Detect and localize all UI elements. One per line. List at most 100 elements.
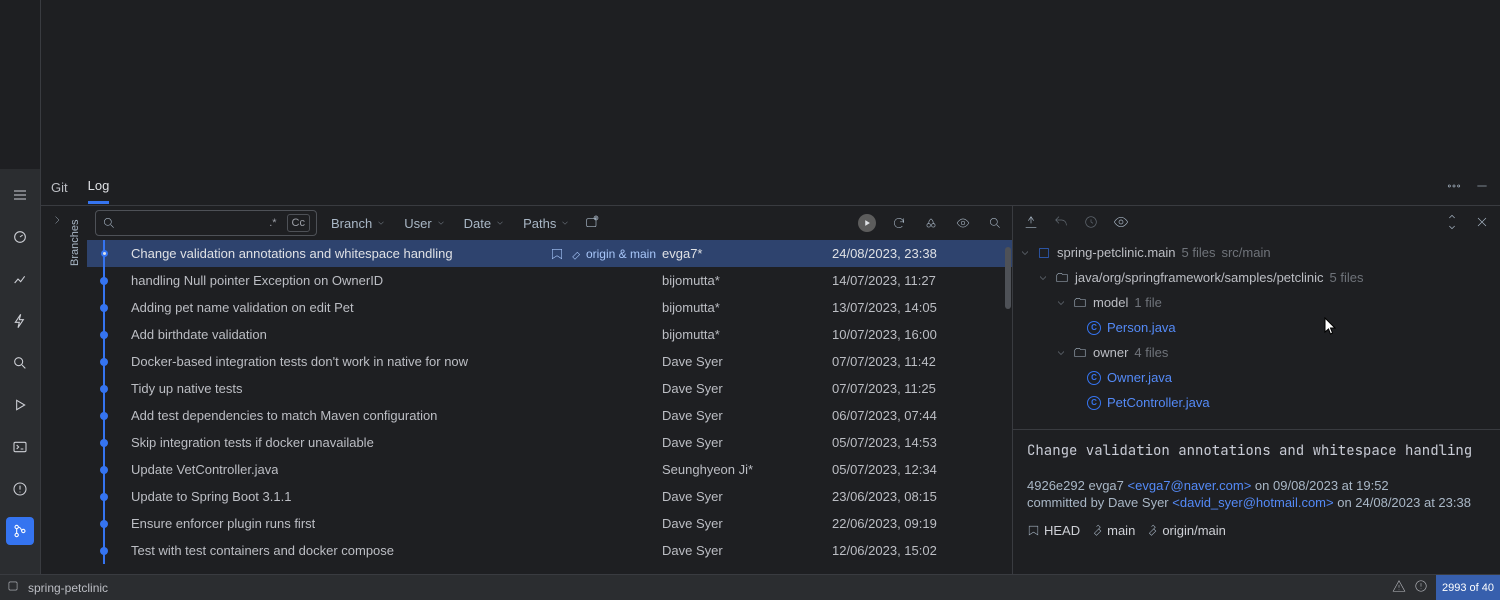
commit-list-scrollbar[interactable] bbox=[1005, 247, 1011, 309]
commit-row[interactable]: Update to Spring Boot 3.1.1Dave Syer23/0… bbox=[87, 483, 1012, 510]
commit-author: Dave Syer bbox=[662, 408, 832, 423]
minimize-icon[interactable] bbox=[1474, 178, 1490, 197]
tab-log[interactable]: Log bbox=[88, 170, 110, 204]
commit-message: Skip integration tests if docker unavail… bbox=[131, 435, 374, 450]
warning-icon[interactable] bbox=[6, 475, 34, 503]
cherry-pick-icon[interactable] bbox=[922, 214, 940, 232]
navigate-icon[interactable] bbox=[1023, 214, 1039, 233]
status-error-icon[interactable] bbox=[1414, 579, 1428, 596]
undo-icon[interactable] bbox=[1053, 214, 1069, 233]
run-icon[interactable] bbox=[6, 391, 34, 419]
commit-row[interactable]: Skip integration tests if docker unavail… bbox=[87, 429, 1012, 456]
terminal-icon[interactable] bbox=[6, 433, 34, 461]
preview-icon[interactable] bbox=[1113, 214, 1129, 233]
commit-author-line: 4926e292 evga7 <evga7@naver.com> on 09/0… bbox=[1027, 477, 1486, 495]
commit-author: bijomutta* bbox=[662, 273, 832, 288]
regex-toggle[interactable]: .* bbox=[265, 215, 280, 231]
commit-author: Dave Syer bbox=[662, 516, 832, 531]
search-icon[interactable] bbox=[6, 349, 34, 377]
tree-file[interactable]: C PetController.java bbox=[1013, 390, 1500, 415]
ref-origin-main[interactable]: origin/main bbox=[1145, 522, 1226, 540]
commit-row[interactable]: handling Null pointer Exception on Owner… bbox=[87, 267, 1012, 294]
refresh-icon[interactable] bbox=[890, 214, 908, 232]
commit-title: Change validation annotations and whites… bbox=[1027, 442, 1486, 461]
tree-file[interactable]: C Person.java bbox=[1013, 315, 1500, 340]
tool-window-tabs: Git Log bbox=[41, 169, 1500, 206]
close-preview-icon[interactable] bbox=[1474, 214, 1490, 233]
status-bar: spring-petclinic 2993 of 40 bbox=[0, 574, 1500, 600]
commit-row[interactable]: Ensure enforcer plugin runs firstDave Sy… bbox=[87, 510, 1012, 537]
bolt-icon[interactable] bbox=[6, 307, 34, 335]
commit-date: 12/06/2023, 15:02 bbox=[832, 543, 1002, 558]
git-tool-icon[interactable] bbox=[6, 517, 34, 545]
log-search-input[interactable] bbox=[122, 216, 259, 230]
left-tool-strip bbox=[0, 169, 40, 574]
committer-email-link[interactable]: <david_syer@hotmail.com> bbox=[1172, 495, 1333, 510]
ref-main[interactable]: main bbox=[1090, 522, 1135, 540]
tab-git[interactable]: Git bbox=[51, 172, 68, 203]
commit-message: Tidy up native tests bbox=[131, 381, 243, 396]
chart-icon[interactable] bbox=[6, 265, 34, 293]
filter-date[interactable]: Date bbox=[460, 214, 509, 233]
filter-branch[interactable]: Branch bbox=[327, 214, 390, 233]
commit-date: 22/06/2023, 09:19 bbox=[832, 516, 1002, 531]
changes-pane: spring-petclinic.main 5 files src/main j… bbox=[1013, 206, 1500, 574]
commit-author: bijomutta* bbox=[662, 327, 832, 342]
find-icon[interactable] bbox=[986, 214, 1004, 232]
commit-row[interactable]: Tidy up native tests Dave Syer07/07/2023,… bbox=[87, 375, 1012, 402]
commit-author: Seunghyeon Ji* bbox=[662, 462, 832, 477]
branch-ref-chip[interactable]: origin & main bbox=[550, 247, 662, 261]
commit-author: bijomutta* bbox=[662, 300, 832, 315]
tree-root-module[interactable]: spring-petclinic.main 5 files src/main bbox=[1013, 240, 1500, 265]
module-icon[interactable] bbox=[6, 579, 20, 596]
commit-message: Update to Spring Boot 3.1.1 bbox=[131, 489, 291, 504]
commit-row[interactable]: Update VetController.javaSeunghyeon Ji*0… bbox=[87, 456, 1012, 483]
commit-details: Change validation annotations and whites… bbox=[1013, 429, 1500, 574]
tree-file[interactable]: C Owner.java bbox=[1013, 365, 1500, 390]
menu-icon[interactable] bbox=[6, 181, 34, 209]
tab-options-icon[interactable] bbox=[1446, 178, 1462, 197]
java-class-icon: C bbox=[1087, 371, 1101, 385]
commit-row[interactable]: Test with test containers and docker com… bbox=[87, 537, 1012, 564]
commit-message: Change validation annotations and whites… bbox=[131, 246, 453, 261]
commit-author: Dave Syer bbox=[662, 381, 832, 396]
commit-row[interactable]: Add birthdate validationbijomutta*10/07/… bbox=[87, 321, 1012, 348]
commit-message: handling Null pointer Exception on Owner… bbox=[131, 273, 383, 288]
commit-row[interactable]: Adding pet name validation on edit Pet bi… bbox=[87, 294, 1012, 321]
tree-package[interactable]: java/org/springframework/samples/petclin… bbox=[1013, 265, 1500, 290]
interactive-rebase-icon[interactable] bbox=[858, 214, 876, 232]
problems-count-badge[interactable]: 2993 of 40 bbox=[1436, 575, 1500, 600]
commit-message: Adding pet name validation on edit Pet bbox=[131, 300, 354, 315]
commit-date: 06/07/2023, 07:44 bbox=[832, 408, 1002, 423]
match-case-toggle[interactable]: Cc bbox=[287, 214, 310, 232]
expand-collapse-icon[interactable] bbox=[1444, 214, 1460, 233]
editor-empty-area bbox=[40, 0, 1500, 169]
commit-date: 07/07/2023, 11:42 bbox=[832, 354, 1002, 369]
commit-date: 07/07/2023, 11:25 bbox=[832, 381, 1002, 396]
tree-folder-model[interactable]: model 1 file bbox=[1013, 290, 1500, 315]
author-email-link[interactable]: <evga7@naver.com> bbox=[1128, 478, 1252, 493]
commit-date: 10/07/2023, 16:00 bbox=[832, 327, 1002, 342]
commit-row[interactable]: Docker-based integration tests don't wor… bbox=[87, 348, 1012, 375]
commit-date: 24/08/2023, 23:38 bbox=[832, 246, 1002, 261]
filter-user[interactable]: User bbox=[400, 214, 449, 233]
log-search-field[interactable]: .* Cc bbox=[95, 210, 317, 236]
commit-date: 23/06/2023, 08:15 bbox=[832, 489, 1002, 504]
history-icon[interactable] bbox=[1083, 214, 1099, 233]
status-project-name[interactable]: spring-petclinic bbox=[28, 581, 108, 595]
profiler-icon[interactable] bbox=[6, 223, 34, 251]
commit-date: 05/07/2023, 14:53 bbox=[832, 435, 1002, 450]
commit-row[interactable]: Add test dependencies to match Maven con… bbox=[87, 402, 1012, 429]
tree-folder-owner[interactable]: owner 4 files bbox=[1013, 340, 1500, 365]
log-filter-bar: .* Cc Branch User Date Paths bbox=[87, 206, 1012, 240]
changed-files-tree[interactable]: spring-petclinic.main 5 files src/main j… bbox=[1013, 240, 1500, 429]
filter-paths[interactable]: Paths bbox=[519, 214, 574, 233]
ref-head[interactable]: HEAD bbox=[1027, 522, 1080, 540]
commit-message: Docker-based integration tests don't wor… bbox=[131, 354, 468, 369]
status-warning-icon[interactable] bbox=[1392, 579, 1406, 596]
new-filter-icon[interactable] bbox=[584, 214, 600, 233]
commit-log-pane: .* Cc Branch User Date Paths bbox=[87, 206, 1013, 574]
commit-row[interactable]: Change validation annotations and whites… bbox=[87, 240, 1012, 267]
commit-list[interactable]: Change validation annotations and whites… bbox=[87, 240, 1012, 574]
eye-icon[interactable] bbox=[954, 214, 972, 232]
